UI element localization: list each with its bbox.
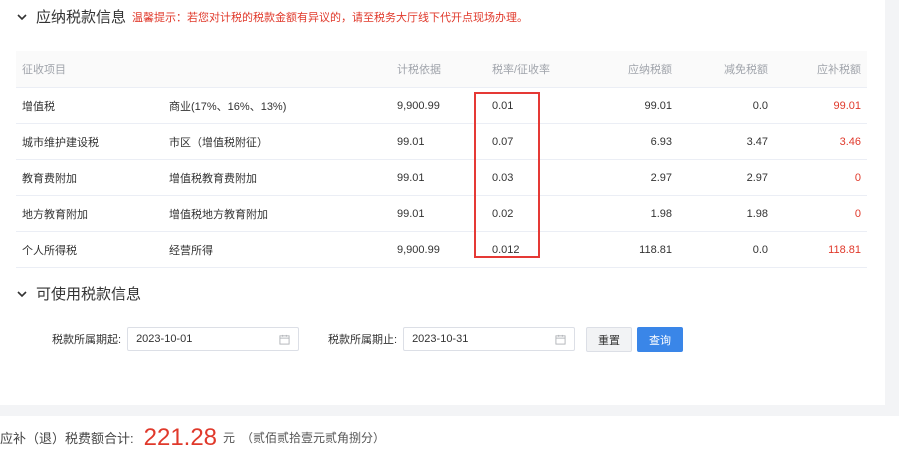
cell-basis: 99.01 — [391, 195, 486, 232]
cell-payable: 0 — [774, 195, 867, 232]
col-header-tax-due: 应纳税额 — [566, 51, 678, 88]
total-label: 应补（退）税费额合计: — [0, 431, 134, 446]
cell-subitem: 经营所得 — [163, 231, 391, 268]
section-available-header[interactable]: 可使用税款信息 — [16, 283, 141, 304]
cell-item: 个人所得税 — [16, 231, 163, 268]
cell-rate: 0.02 — [486, 195, 566, 232]
table-row: 增值税 商业(17%、16%、13%) 9,900.99 0.01 99.01 … — [16, 87, 867, 124]
cell-tax-due: 118.81 — [566, 231, 678, 268]
cell-rate: 0.012 — [486, 231, 566, 268]
cell-reduction: 0.0 — [678, 87, 774, 124]
end-date-label: 税款所属期止: — [328, 334, 398, 346]
cell-rate: 0.07 — [486, 123, 566, 160]
tax-panel: 应纳税款信息 温馨提示：若您对计税的税款金额有异议的，请至税务大厅线下代开点现场… — [0, 0, 885, 405]
cell-item: 增值税 — [16, 87, 163, 124]
calendar-icon[interactable] — [279, 334, 290, 345]
cell-subitem: 市区（增值税附征） — [163, 123, 391, 160]
cell-basis: 9,900.99 — [391, 87, 486, 124]
col-header-payable: 应补税额 — [774, 51, 867, 88]
cell-subitem: 商业(17%、16%、13%) — [163, 87, 391, 124]
chevron-down-icon[interactable] — [16, 11, 28, 23]
cell-subitem: 增值税教育费附加 — [163, 159, 391, 196]
total-amount-words: （贰佰贰拾壹元贰角捌分） — [241, 431, 386, 445]
end-date-input[interactable]: 2023-10-31 — [403, 327, 576, 351]
cell-tax-due: 2.97 — [566, 159, 678, 196]
table-row: 城市维护建设税 市区（增值税附征） 99.01 0.07 6.93 3.47 3… — [16, 123, 867, 160]
warning-tip: 温馨提示：若您对计税的税款金额有异议的，请至税务大厅线下代开点现场办理。 — [132, 11, 529, 24]
table-row: 教育费附加 增值税教育费附加 99.01 0.03 2.97 2.97 0 — [16, 159, 867, 196]
cell-payable: 99.01 — [774, 87, 867, 124]
cell-rate: 0.03 — [486, 159, 566, 196]
section-title-tax-due: 应纳税款信息 — [36, 9, 127, 26]
cell-basis: 9,900.99 — [391, 231, 486, 268]
section-title-available: 可使用税款信息 — [36, 286, 142, 303]
start-date-input[interactable]: 2023-10-01 — [127, 327, 300, 351]
calendar-icon[interactable] — [555, 334, 566, 345]
tax-table: 征收项目 计税依据 税率/征收率 应纳税额 减免税额 应补税额 增值税 商业(1… — [16, 51, 867, 268]
col-header-basis: 计税依据 — [391, 51, 486, 88]
query-button[interactable]: 查询 — [637, 327, 683, 352]
col-header-rate: 税率/征收率 — [486, 51, 566, 88]
cell-subitem: 增值税地方教育附加 — [163, 195, 391, 232]
col-header-subitem — [163, 51, 391, 88]
cell-item: 教育费附加 — [16, 159, 163, 196]
cell-reduction: 2.97 — [678, 159, 774, 196]
total-footer: 应补（退）税费额合计: 221.28 元 （贰佰贰拾壹元贰角捌分） — [0, 416, 899, 459]
table-header-row: 征收项目 计税依据 税率/征收率 应纳税额 减免税额 应补税额 — [16, 51, 867, 88]
end-date-value: 2023-10-31 — [412, 333, 469, 345]
cell-payable: 0 — [774, 159, 867, 196]
cell-tax-due: 99.01 — [566, 87, 678, 124]
col-header-reduction: 减免税额 — [678, 51, 774, 88]
col-header-item: 征收项目 — [16, 51, 163, 88]
chevron-down-icon[interactable] — [16, 288, 28, 300]
total-amount: 221.28 — [143, 423, 218, 451]
cell-rate: 0.01 — [486, 87, 566, 124]
start-date-label: 税款所属期起: — [52, 334, 122, 346]
cell-item: 城市维护建设税 — [16, 123, 163, 160]
end-date-filter: 税款所属期止: 2023-10-31 — [328, 327, 576, 351]
cell-reduction: 3.47 — [678, 123, 774, 160]
table-row: 地方教育附加 增值税地方教育附加 99.01 0.02 1.98 1.98 0 — [16, 195, 867, 232]
start-date-value: 2023-10-01 — [136, 333, 193, 345]
cell-tax-due: 1.98 — [566, 195, 678, 232]
cell-item: 地方教育附加 — [16, 195, 163, 232]
reset-button[interactable]: 重置 — [586, 327, 632, 352]
cell-payable: 3.46 — [774, 123, 867, 160]
cell-reduction: 0.0 — [678, 231, 774, 268]
cell-tax-due: 6.93 — [566, 123, 678, 160]
table-row: 个人所得税 经营所得 9,900.99 0.012 118.81 0.0 118… — [16, 231, 867, 268]
cell-payable: 118.81 — [774, 231, 867, 268]
total-unit: 元 — [223, 431, 236, 445]
start-date-filter: 税款所属期起: 2023-10-01 — [52, 327, 300, 351]
cell-basis: 99.01 — [391, 159, 486, 196]
cell-basis: 99.01 — [391, 123, 486, 160]
cell-reduction: 1.98 — [678, 195, 774, 232]
section-tax-due-header[interactable]: 应纳税款信息 温馨提示：若您对计税的税款金额有异议的，请至税务大厅线下代开点现场… — [16, 6, 528, 27]
